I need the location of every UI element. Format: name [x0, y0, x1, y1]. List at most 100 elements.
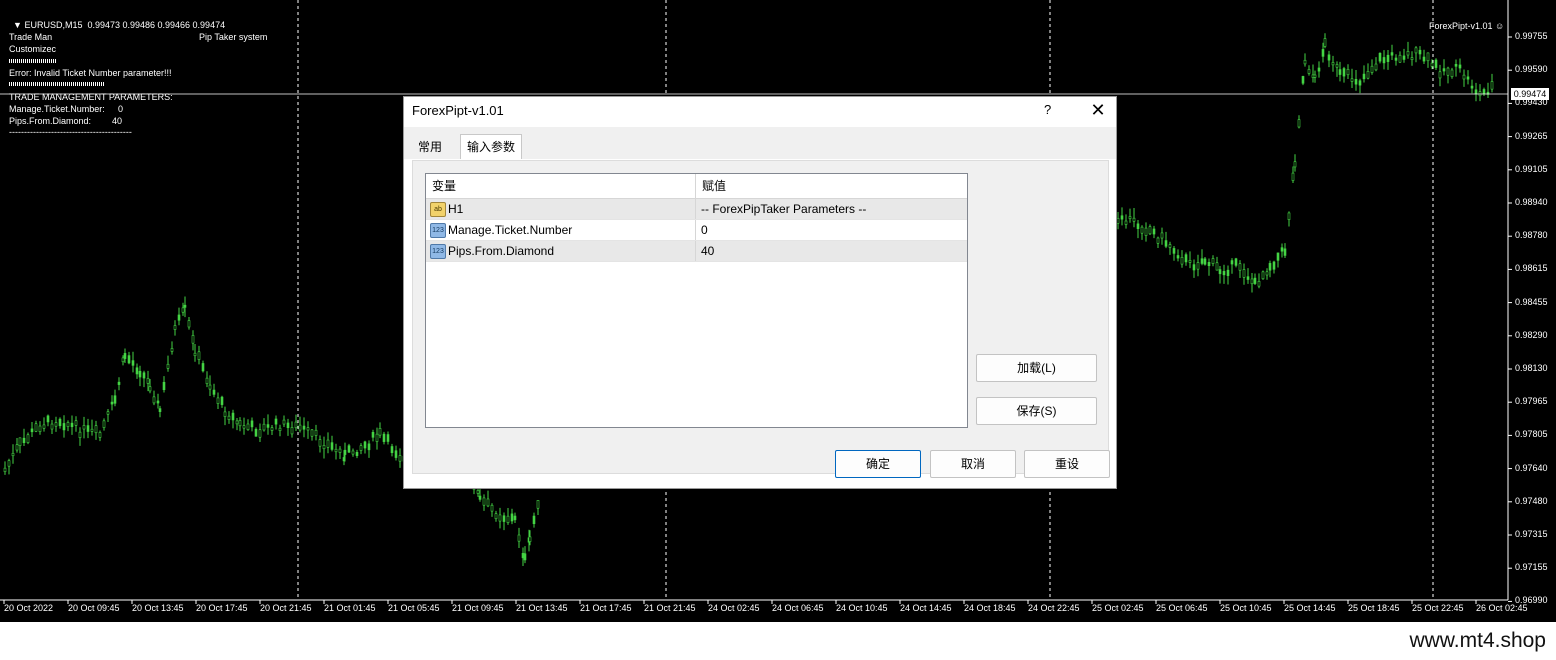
chevron-down-icon[interactable]: ▼: [13, 20, 24, 30]
candle-body: [1307, 69, 1311, 74]
reset-button[interactable]: 重设: [1024, 450, 1110, 478]
load-button[interactable]: 加载(L): [976, 354, 1097, 382]
candle-body: [22, 437, 26, 443]
candle-body: [1446, 67, 1450, 76]
y-tick-label: 0.99755: [1515, 31, 1548, 41]
candle-body: [343, 449, 347, 455]
candle-body: [278, 427, 282, 431]
candle-body: [1184, 254, 1188, 263]
candle-body: [302, 425, 306, 430]
x-tick-label: 24 Oct 22:45: [1028, 603, 1080, 613]
candle-body: [1180, 257, 1184, 265]
candle-body: [50, 423, 54, 430]
param-name: H1: [448, 202, 464, 216]
candle-body: [70, 422, 74, 428]
candle-body: [359, 445, 363, 451]
candle-body: [375, 433, 379, 442]
candle-body: [1200, 258, 1204, 264]
candle-body: [1346, 68, 1350, 76]
candle-body: [1168, 244, 1172, 248]
x-tick-label: 21 Oct 01:45: [324, 603, 376, 613]
candle-body: [1303, 59, 1307, 65]
candle-body: [322, 445, 326, 450]
candle-body: [1128, 216, 1132, 219]
candle-body: [82, 425, 86, 430]
indicator-label: ForexPipt-v1.01 ☺: [1424, 8, 1504, 32]
candle-body: [250, 420, 254, 428]
parameters-grid[interactable]: 变量 赋值 ab H1 -- ForexPipTaker Parameters …: [425, 173, 968, 428]
param-value[interactable]: 0: [695, 220, 968, 240]
candle-body: [205, 377, 209, 384]
candle-body: [1378, 52, 1382, 62]
candle-body: [1311, 74, 1315, 78]
candle-body: [1148, 226, 1152, 235]
candle-body: [1297, 119, 1301, 128]
candle-body: [62, 423, 66, 431]
save-button[interactable]: 保存(S): [976, 397, 1097, 425]
candle-body: [523, 553, 527, 561]
y-tick-label: 0.99105: [1515, 163, 1548, 174]
candle-body: [1283, 248, 1287, 256]
candle-body: [330, 442, 334, 450]
watermark-bar: [0, 622, 1556, 660]
candle-body: [318, 439, 322, 447]
tab-inputs[interactable]: 输入参数: [460, 134, 523, 159]
candle-body: [42, 424, 46, 429]
candle-body: [1124, 220, 1128, 225]
cancel-button[interactable]: 取消: [930, 450, 1016, 478]
candle-body: [1454, 64, 1458, 67]
candle-body: [1280, 247, 1284, 252]
param-row[interactable]: 123 Manage.Ticket.Number 0: [426, 220, 967, 241]
candle-body: [290, 427, 294, 435]
smiley-icon: ☺: [1492, 21, 1505, 31]
candle-body: [90, 428, 94, 432]
candle-body: [1458, 64, 1462, 69]
properties-dialog[interactable]: ForexPipt-v1.01 ? ✕ 常用 输入参数 变量 赋值 ab H1 …: [403, 96, 1117, 489]
help-icon[interactable]: ?: [1044, 102, 1051, 117]
candle-body: [1230, 260, 1234, 265]
candle-body: [181, 307, 185, 313]
candle-body: [1362, 73, 1366, 80]
param-value[interactable]: 40: [695, 241, 968, 261]
candle-body: [1192, 264, 1196, 271]
candle-body: [216, 397, 220, 404]
candle-body: [398, 455, 402, 462]
candle-body: [220, 396, 224, 405]
candle-body: [1188, 260, 1192, 263]
candle-body: [1156, 237, 1160, 244]
indicator-name: ForexPipt-v1.01: [1429, 21, 1493, 31]
candle-body: [1250, 278, 1254, 285]
y-tick-label: 0.98130: [1515, 363, 1548, 373]
header-variable[interactable]: 变量: [426, 174, 695, 198]
candle-body: [1321, 49, 1325, 57]
ok-button[interactable]: 确定: [835, 450, 921, 478]
candle-body: [18, 437, 22, 446]
candle-body: [1462, 74, 1466, 80]
candle-body: [102, 420, 106, 428]
header-value[interactable]: 赋值: [695, 174, 968, 198]
param-name: Manage.Ticket.Number: [448, 223, 573, 237]
grid-header: 变量 赋值: [426, 174, 967, 199]
candle-body: [482, 497, 486, 506]
candle-body: [266, 424, 270, 428]
candle-body: [173, 325, 177, 330]
candle-body: [187, 320, 191, 328]
candle-body: [517, 534, 521, 542]
param-row[interactable]: ab H1 -- ForexPipTaker Parameters --: [426, 199, 967, 220]
candle-body: [152, 396, 156, 404]
param-row[interactable]: 123 Pips.From.Diamond 40: [426, 241, 967, 262]
x-tick-label: 25 Oct 10:45: [1220, 603, 1272, 613]
candle-body: [1430, 62, 1434, 67]
x-tick-label: 21 Oct 05:45: [388, 603, 440, 613]
param-value[interactable]: -- ForexPipTaker Parameters --: [695, 199, 968, 219]
candle-body: [510, 513, 514, 522]
candle-body: [1335, 64, 1339, 68]
candle-body: [298, 424, 302, 431]
tab-common[interactable]: 常用: [412, 135, 448, 159]
x-tick-label: 20 Oct 09:45: [68, 603, 120, 613]
close-icon[interactable]: ✕: [1087, 99, 1109, 121]
symbol-header[interactable]: ▼ EURUSD,M15 0.99473 0.99486 0.99466 0.9…: [8, 7, 225, 31]
candle-body: [156, 400, 160, 404]
candle-body: [1422, 56, 1426, 62]
overlay-line2: Customizec: [9, 44, 57, 54]
